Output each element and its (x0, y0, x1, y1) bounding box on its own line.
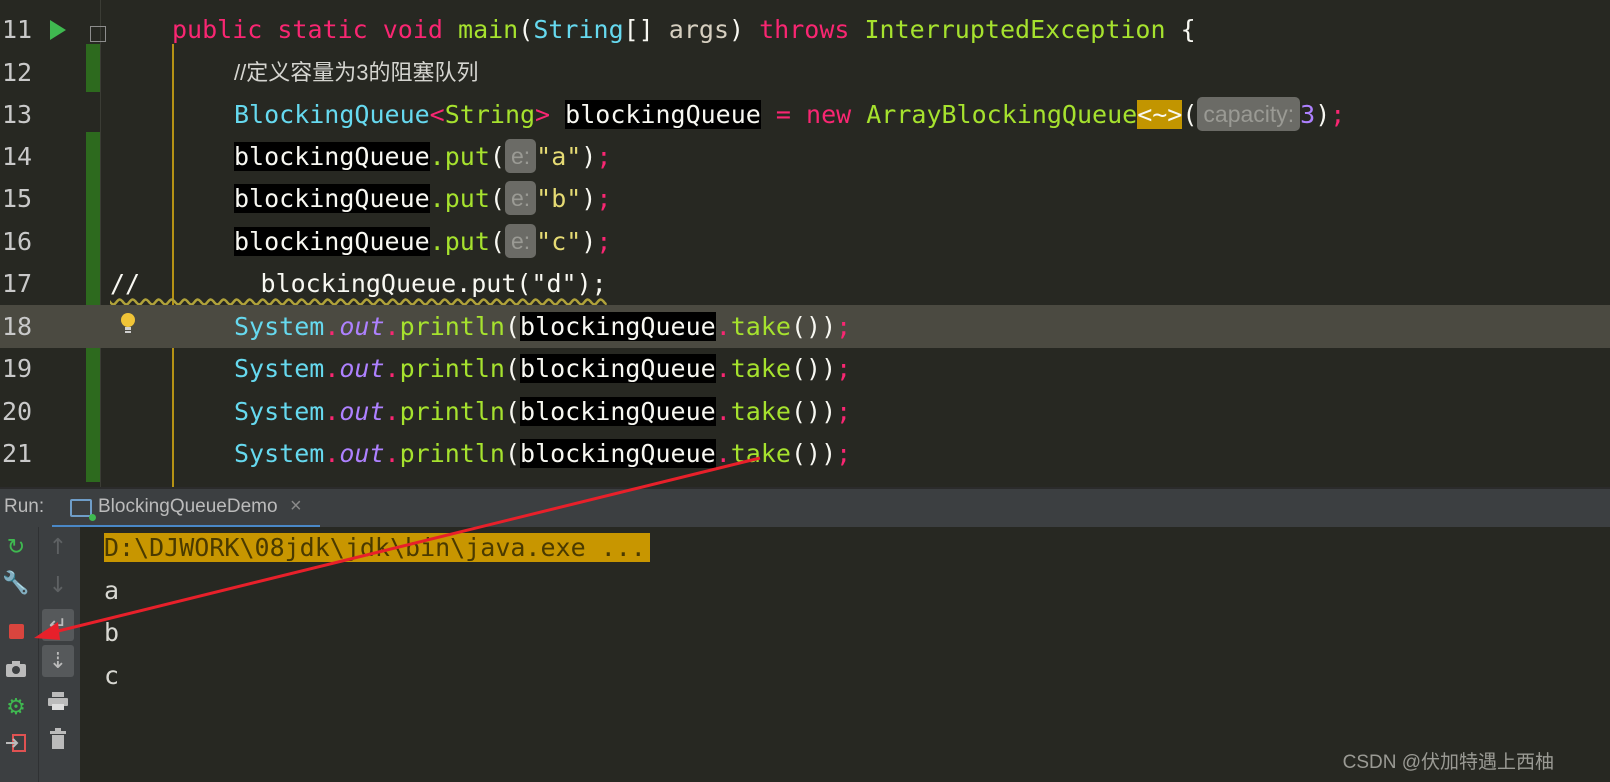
debug-icon[interactable]: ⚙ (0, 691, 32, 723)
line-number: 18 (2, 312, 33, 341)
console-line: D:\DJWORK\08jdk\jdk\bin\java.exe ... (104, 527, 650, 569)
run-toolbar: ↻ 🔧 ⚙ ↑ ↓ ↵ ⇣ (0, 527, 80, 782)
scroll-to-end-icon[interactable]: ⇣ (42, 645, 74, 677)
watermark: CSDN @伏加特遇上西柚 (1342, 752, 1554, 773)
run-tab-label: BlockingQueueDemo (98, 496, 278, 517)
console-command: D:\DJWORK\08jdk\jdk\bin\java.exe ... (104, 533, 650, 562)
print-icon[interactable] (42, 685, 74, 717)
code-comment: //定义容量为3的阻塞队列 (234, 60, 479, 85)
parameter-hint: e: (504, 181, 537, 215)
trash-icon[interactable] (42, 723, 74, 755)
settings-wrench-icon[interactable]: 🔧 (0, 567, 32, 599)
line-number: 21 (2, 439, 33, 468)
code-line-18[interactable]: 18 System.out.println(blockingQueue.take… (0, 305, 1610, 348)
run-gutter-icon[interactable] (50, 20, 66, 40)
close-tab-button[interactable]: × (290, 495, 302, 518)
code-line-21[interactable]: 21 System.out.println(blockingQueue.take… (0, 432, 1610, 475)
line-number: 15 (2, 184, 33, 213)
method-signature: public static void main(String[] args) t… (172, 15, 1196, 44)
println-statement: System.out.println(blockingQueue.take())… (234, 354, 852, 383)
toolbar-divider (38, 527, 39, 782)
line-number: 13 (2, 100, 33, 129)
stop-icon[interactable] (0, 615, 32, 647)
run-tab[interactable]: BlockingQueueDemo × (52, 489, 320, 529)
code-editor[interactable]: 11 public static void main(String[] args… (0, 0, 1610, 496)
soft-wrap-icon[interactable]: ↵ (42, 609, 74, 641)
line-number: 12 (2, 58, 33, 87)
put-statement: blockingQueue.put(e: "a"); (234, 135, 611, 178)
up-arrow-icon[interactable]: ↑ (42, 531, 74, 563)
code-line-16[interactable]: 16 blockingQueue.put(e: "c"); (0, 220, 1610, 263)
code-line-17[interactable]: 17 // blockingQueue.put("d"); (0, 262, 1610, 305)
code-line-13[interactable]: 13 BlockingQueue<String> blockingQueue =… (0, 93, 1610, 136)
line-number: 14 (2, 142, 33, 171)
console-line: b (104, 618, 120, 647)
commented-out-code: // blockingQueue.put("d"); (110, 269, 607, 298)
line-number: 16 (2, 227, 33, 256)
code-line-15[interactable]: 15 blockingQueue.put(e: "b"); (0, 177, 1610, 220)
rerun-icon[interactable]: ↻ (0, 531, 32, 563)
down-arrow-icon[interactable]: ↓ (42, 569, 74, 601)
parameter-hint: e: (504, 224, 537, 258)
console-line: c (104, 661, 120, 690)
console-output[interactable]: D:\DJWORK\08jdk\jdk\bin\java.exe ... a b… (80, 527, 1610, 782)
fold-icon[interactable] (90, 26, 106, 42)
code-line-14[interactable]: 14 blockingQueue.put(e: "a"); (0, 135, 1610, 178)
put-statement: blockingQueue.put(e: "b"); (234, 177, 611, 220)
line-number: 19 (2, 354, 33, 383)
code-line-12[interactable]: 12 //定义容量为3的阻塞队列 (0, 51, 1610, 94)
run-config-icon (70, 499, 96, 521)
println-statement: System.out.println(blockingQueue.take())… (234, 397, 852, 426)
console-line: a (104, 576, 120, 605)
run-panel-label: Run: (4, 496, 45, 517)
put-statement: blockingQueue.put(e: "c"); (234, 220, 611, 263)
code-line-11[interactable]: 11 public static void main(String[] args… (0, 8, 1610, 51)
code-line-20[interactable]: 20 System.out.println(blockingQueue.take… (0, 390, 1610, 433)
run-panel-header: Run: BlockingQueueDemo × (0, 487, 1610, 529)
line-number: 17 (2, 269, 33, 298)
println-statement: System.out.println(blockingQueue.take())… (234, 312, 852, 341)
queue-declaration: BlockingQueue<String> blockingQueue = ne… (234, 93, 1345, 136)
lightbulb-icon[interactable] (120, 312, 136, 336)
exit-icon[interactable] (0, 727, 32, 759)
camera-icon[interactable] (0, 653, 32, 685)
parameter-hint: capacity: (1197, 97, 1301, 131)
line-number: 11 (2, 15, 33, 44)
line-number: 20 (2, 397, 33, 426)
parameter-hint: e: (504, 139, 537, 173)
println-statement: System.out.println(blockingQueue.take())… (234, 439, 852, 468)
code-line-19[interactable]: 19 System.out.println(blockingQueue.take… (0, 347, 1610, 390)
